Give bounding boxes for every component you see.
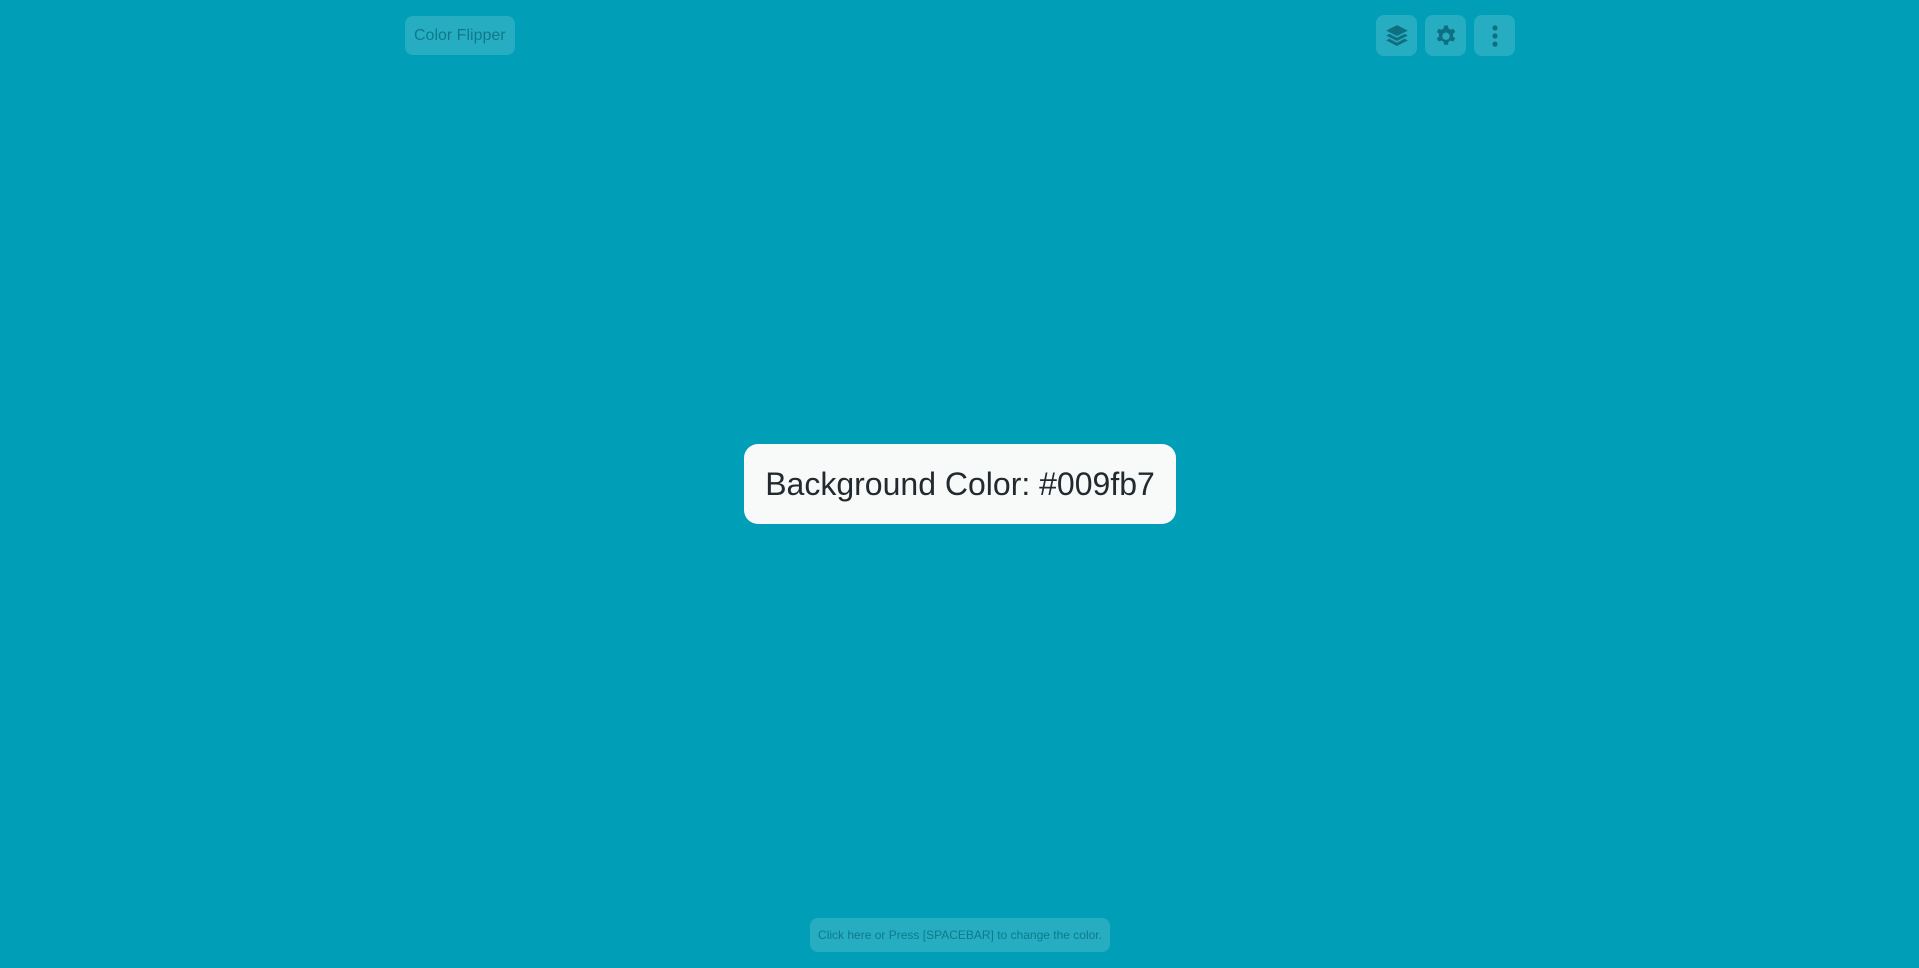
brand-button[interactable]: Color Flipper xyxy=(405,16,515,55)
layers-icon xyxy=(1384,23,1410,49)
settings-button[interactable] xyxy=(1425,15,1466,56)
toolbar xyxy=(1376,15,1515,56)
gear-icon xyxy=(1433,23,1459,49)
change-color-hint: Click here or Press [SPACEBAR] to change… xyxy=(818,928,1102,942)
more-options-button[interactable] xyxy=(1474,15,1515,56)
color-flipper-page[interactable]: Color Flipper Background Color: #009fb7 … xyxy=(0,0,1919,968)
change-color-button[interactable]: Click here or Press [SPACEBAR] to change… xyxy=(810,918,1110,952)
color-display-card: Background Color: #009fb7 xyxy=(744,444,1176,524)
more-vertical-icon xyxy=(1482,23,1508,49)
brand-label: Color Flipper xyxy=(414,27,506,44)
layers-button[interactable] xyxy=(1376,15,1417,56)
color-hex-value: #009fb7 xyxy=(1039,465,1155,502)
color-label: Background Color: xyxy=(765,465,1031,502)
